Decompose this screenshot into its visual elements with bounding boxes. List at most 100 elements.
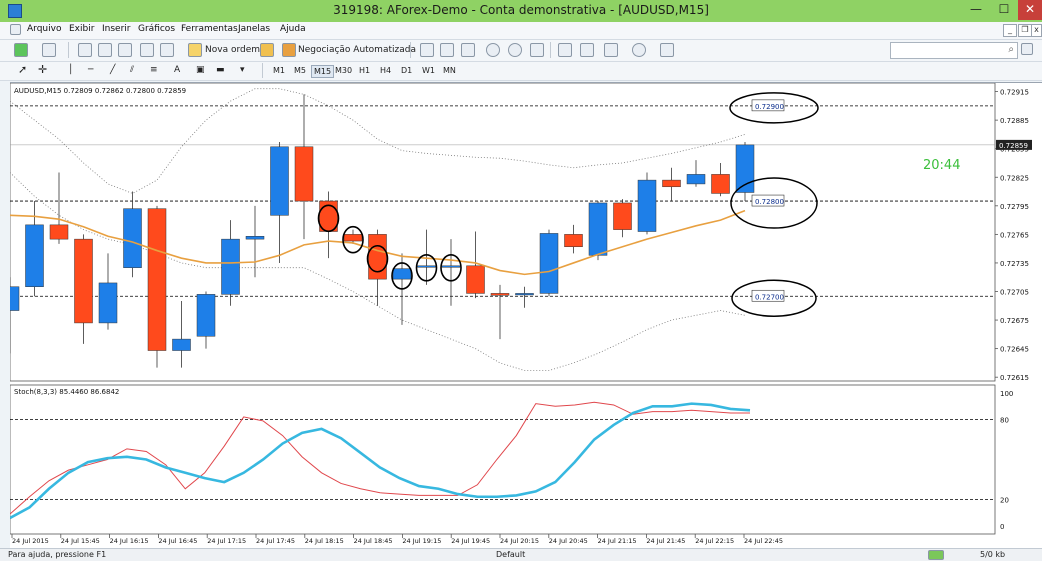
- time-tick-label: 24 Jul 16:45: [158, 537, 197, 545]
- data-window-icon[interactable]: [98, 43, 112, 57]
- timeframe-m5[interactable]: M5: [292, 65, 308, 76]
- toolbar-separator: [68, 42, 69, 58]
- timeframe-d1[interactable]: D1: [399, 65, 414, 76]
- shapes-icon[interactable]: ▾: [240, 62, 245, 78]
- price-tick-label: 0.72705: [1000, 289, 1029, 297]
- close-button[interactable]: ✕: [1018, 0, 1042, 20]
- timeframe-h1[interactable]: H1: [357, 65, 372, 76]
- minimize-button[interactable]: —: [962, 0, 990, 20]
- candlesticks-icon[interactable]: [440, 43, 454, 57]
- time-tick-label: 24 Jul 20:45: [549, 537, 588, 545]
- new-order-button[interactable]: Nova ordem: [205, 42, 260, 58]
- profiles-icon[interactable]: [42, 43, 56, 57]
- zoom-out-icon[interactable]: [508, 43, 522, 57]
- maximize-button[interactable]: ☐: [990, 0, 1018, 20]
- text-icon[interactable]: A: [174, 62, 180, 78]
- time-tick-label: 24 Jul 19:45: [451, 537, 490, 545]
- chart-window[interactable]: 0.729150.728850.728550.728250.727950.727…: [10, 82, 1042, 549]
- bar-chart-icon[interactable]: [420, 43, 434, 57]
- search-icon[interactable]: ⌕: [1008, 44, 1014, 55]
- menu-exibir[interactable]: Exibir: [69, 24, 94, 34]
- cursor-icon[interactable]: ➚: [18, 62, 27, 78]
- stoch-tick-label: 20: [1000, 496, 1009, 504]
- menu-ferramentas[interactable]: Ferramentas: [181, 24, 238, 34]
- timeframe-m30[interactable]: M30: [333, 65, 354, 76]
- bear-candle: [613, 202, 632, 230]
- channel-icon[interactable]: ⫽: [130, 62, 134, 78]
- time-tick-label: 24 Jul 21:15: [598, 537, 637, 545]
- timeframe-m15[interactable]: M15: [311, 65, 335, 78]
- time-tick-label: 24 Jul 16:15: [110, 537, 149, 545]
- time-tick-label: 24 Jul 18:15: [305, 537, 344, 545]
- mdi-close-button[interactable]: x: [1031, 24, 1042, 37]
- community-icon[interactable]: [1021, 43, 1033, 55]
- menu-arquivo[interactable]: Arquivo: [27, 24, 61, 34]
- price-chart[interactable]: 0.729150.728850.728550.728250.727950.727…: [10, 83, 1042, 549]
- menu-inserir[interactable]: Inserir: [102, 24, 131, 34]
- status-bar: Para ajuda, pressione F1 Default 5/0 kb: [0, 548, 1042, 561]
- mdi-minimize-button[interactable]: _: [1003, 24, 1017, 37]
- timeframe-m1[interactable]: M1: [271, 65, 287, 76]
- zoom-in-icon[interactable]: [486, 43, 500, 57]
- price-tick-label: 0.72915: [1000, 89, 1029, 97]
- timeframe-h4[interactable]: H4: [378, 65, 393, 76]
- bull-candle: [392, 268, 412, 280]
- chart-shift-icon[interactable]: [580, 43, 594, 57]
- mdi-restore-button[interactable]: ❐: [1018, 24, 1032, 37]
- stoch-tick-label: 0: [1000, 523, 1004, 531]
- traffic-text: 5/0 kb: [980, 550, 1006, 559]
- arrows-icon[interactable]: ▬: [216, 62, 225, 78]
- toolbar-separator: [410, 42, 411, 58]
- connection-icon: [928, 550, 944, 560]
- bull-candle: [98, 282, 118, 324]
- annotation-label: 0.72800: [755, 198, 784, 206]
- time-tick-label: 24 Jul 21:45: [646, 537, 685, 545]
- time-tick-label: 24 Jul 17:15: [207, 537, 246, 545]
- price-tick-label: 0.72645: [1000, 346, 1029, 354]
- time-tick-label: 24 Jul 22:45: [744, 537, 783, 545]
- navigator-icon[interactable]: [118, 43, 132, 57]
- time-tick-label: 24 Jul 2015: [12, 537, 49, 545]
- window-title: 319198: AForex-Demo - Conta demonstrativ…: [333, 3, 709, 17]
- menu-janelas[interactable]: Janelas: [238, 24, 270, 34]
- time-tick-label: 24 Jul 18:45: [354, 537, 393, 545]
- strategy-tester-icon[interactable]: [160, 43, 174, 57]
- search-input[interactable]: ⌕: [890, 42, 1018, 59]
- time-tick-label: 24 Jul 15:45: [61, 537, 100, 545]
- bull-candle: [515, 293, 534, 296]
- line-chart-icon[interactable]: [461, 43, 475, 57]
- auto-trading-button[interactable]: Negociação Automatizada: [298, 42, 416, 58]
- new-chart-icon[interactable]: [14, 43, 28, 57]
- stoch-tick-label: 100: [1000, 390, 1013, 398]
- menu-ajuda[interactable]: Ajuda: [280, 24, 306, 34]
- price-tick-label: 0.72795: [1000, 203, 1029, 211]
- timeframe-w1[interactable]: W1: [420, 65, 437, 76]
- bar-countdown: 20:44: [923, 158, 960, 173]
- bear-candle: [343, 234, 363, 242]
- trendline-icon[interactable]: ╱: [110, 62, 115, 78]
- bull-candle: [172, 338, 191, 351]
- price-tick-label: 0.72735: [1000, 260, 1029, 268]
- bear-candle: [564, 234, 583, 248]
- crosshair-icon[interactable]: ✛: [38, 62, 47, 78]
- tile-windows-icon[interactable]: [530, 43, 544, 57]
- bear-candle: [662, 179, 681, 188]
- menu-graficos[interactable]: Gráficos: [138, 24, 175, 34]
- horizontal-line-icon[interactable]: ─: [88, 62, 93, 78]
- timeframe-mn[interactable]: MN: [441, 65, 458, 76]
- terminal-icon[interactable]: [140, 43, 154, 57]
- text-label-icon[interactable]: ▣: [196, 62, 205, 78]
- periods-icon[interactable]: [632, 43, 646, 57]
- price-tick-label: 0.72885: [1000, 117, 1029, 125]
- indicators-icon[interactable]: [604, 43, 618, 57]
- market-watch-icon[interactable]: [78, 43, 92, 57]
- templates-icon[interactable]: [660, 43, 674, 57]
- stoch-tick-label: 80: [1000, 417, 1009, 425]
- bear-candle: [147, 208, 167, 351]
- autoscroll-icon[interactable]: [558, 43, 572, 57]
- bull-candle: [123, 208, 142, 268]
- vertical-line-icon[interactable]: │: [68, 62, 73, 78]
- document-icon: [10, 24, 21, 35]
- fibonacci-icon[interactable]: ≡: [150, 62, 158, 78]
- metaeditor-icon[interactable]: [260, 43, 274, 57]
